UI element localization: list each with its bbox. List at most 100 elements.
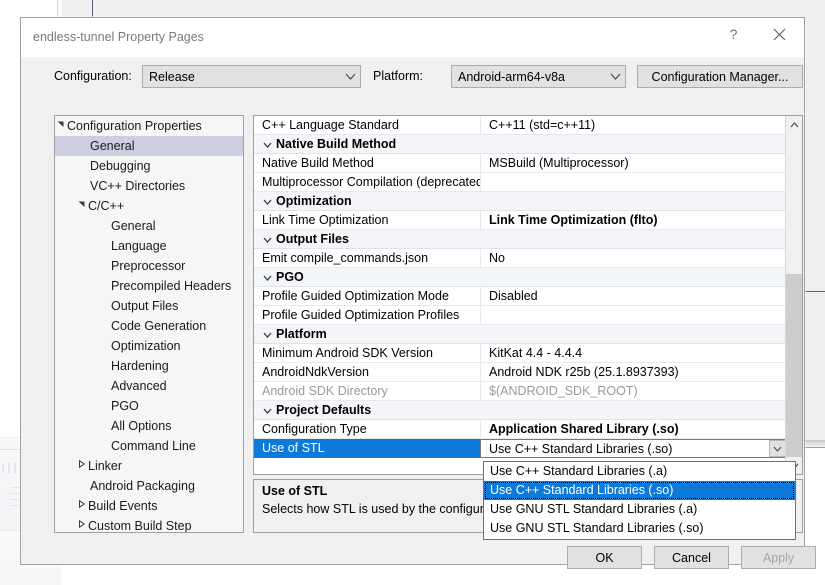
grid-row-native-build-method[interactable]: Native Build MethodMSBuild (Multiprocess…: [254, 154, 787, 173]
grid-property-name: Link Time Optimization: [254, 211, 480, 230]
grid-category-project-defaults[interactable]: Project Defaults: [254, 401, 787, 420]
triangle-down-icon[interactable]: [76, 196, 88, 216]
tree-item-label: Custom Build Step: [88, 519, 192, 533]
triangle-right-icon[interactable]: [76, 496, 88, 516]
tree-item-code-generation[interactable]: Code Generation: [55, 316, 243, 336]
grid-property-value[interactable]: C++11 (std=c++11): [480, 116, 787, 135]
grid-row-c-language-standard[interactable]: C++ Language StandardC++11 (std=c++11): [254, 116, 787, 135]
grid-category-value: [480, 325, 787, 344]
tree-item-label: General: [111, 219, 155, 233]
grid-row-androidndkversion[interactable]: AndroidNdkVersionAndroid NDK r25b (25.1.…: [254, 363, 787, 382]
chevron-down-icon[interactable]: [260, 325, 274, 344]
tree-item-label: C/C++: [88, 199, 124, 213]
triangle-down-icon[interactable]: [55, 116, 67, 136]
ok-button[interactable]: OK: [567, 546, 642, 569]
tree-item-all-options[interactable]: All Options: [55, 416, 243, 436]
tree-item-label: Configuration Properties: [67, 119, 202, 133]
grid-row-minimum-android-sdk-version[interactable]: Minimum Android SDK VersionKitKat 4.4 - …: [254, 344, 787, 363]
scrollbar-thumb[interactable]: [786, 274, 802, 457]
grid-row-profile-guided-optimization-mode[interactable]: Profile Guided Optimization ModeDisabled: [254, 287, 787, 306]
grid-property-value[interactable]: $(ANDROID_SDK_ROOT): [480, 382, 787, 401]
chevron-down-icon[interactable]: [260, 192, 274, 211]
grid-category-native-build-method[interactable]: Native Build Method: [254, 135, 787, 154]
tree-item-c-c[interactable]: C/C++: [55, 196, 243, 216]
dropdown-option[interactable]: Use C++ Standard Libraries (.so): [484, 481, 795, 500]
triangle-right-icon[interactable]: [76, 456, 88, 476]
grid-property-name: AndroidNdkVersion: [254, 363, 480, 382]
description-title: Use of STL: [262, 484, 327, 498]
tree-item-general[interactable]: General: [55, 216, 243, 236]
grid-property-name: Multiprocessor Compilation (deprecated): [254, 173, 480, 192]
tree-item-pgo[interactable]: PGO: [55, 396, 243, 416]
dropdown-option[interactable]: Use C++ Standard Libraries (.a): [484, 462, 795, 481]
tree-item-advanced[interactable]: Advanced: [55, 376, 243, 396]
grid-property-value[interactable]: Link Time Optimization (flto): [480, 211, 787, 230]
grid-row-use-of-stl[interactable]: Use of STLUse C++ Standard Libraries (.s…: [254, 439, 787, 458]
tree-item-optimization[interactable]: Optimization: [55, 336, 243, 356]
screen: endless-tunnel Property Pages ? Configur…: [0, 0, 825, 585]
grid-property-value[interactable]: Disabled: [480, 287, 787, 306]
grid-row-emit-compile-commands-json[interactable]: Emit compile_commands.jsonNo: [254, 249, 787, 268]
tree-item-android-packaging[interactable]: Android Packaging: [55, 476, 243, 496]
use-of-stl-value: Use C++ Standard Libraries (.so): [489, 440, 672, 458]
configuration-manager-button[interactable]: Configuration Manager...: [637, 65, 803, 88]
grid-row-multiprocessor-compilation-deprecated[interactable]: Multiprocessor Compilation (deprecated): [254, 173, 787, 192]
grid-property-value[interactable]: [480, 306, 787, 325]
grid-property-value[interactable]: KitKat 4.4 - 4.4.4: [480, 344, 787, 363]
grid-property-name: C++ Language Standard: [254, 116, 480, 135]
grid-property-value[interactable]: No: [480, 249, 787, 268]
chevron-down-icon[interactable]: [260, 401, 274, 420]
tree-item-precompiled-headers[interactable]: Precompiled Headers: [55, 276, 243, 296]
tree-item-language[interactable]: Language: [55, 236, 243, 256]
grid-property-value[interactable]: [480, 173, 787, 192]
use-of-stl-dropdown-list[interactable]: Use C++ Standard Libraries (.a)Use C++ S…: [483, 461, 796, 540]
chevron-down-icon[interactable]: [260, 230, 274, 249]
configuration-label: Configuration:: [54, 69, 132, 83]
grid-row-link-time-optimization[interactable]: Link Time OptimizationLink Time Optimiza…: [254, 211, 787, 230]
tree-item-general[interactable]: General: [55, 136, 243, 156]
grid-category-pgo[interactable]: PGO: [254, 268, 787, 287]
tree-item-linker[interactable]: Linker: [55, 456, 243, 476]
grid-row-android-sdk-directory[interactable]: Android SDK Directory$(ANDROID_SDK_ROOT): [254, 382, 787, 401]
help-button[interactable]: ?: [711, 18, 756, 50]
grid-property-value[interactable]: MSBuild (Multiprocessor): [480, 154, 787, 173]
triangle-right-icon[interactable]: [76, 516, 88, 533]
tree-item-command-line[interactable]: Command Line: [55, 436, 243, 456]
grid-category-platform[interactable]: Platform: [254, 325, 787, 344]
property-grid[interactable]: C++ Language StandardC++11 (std=c++11)Na…: [253, 115, 803, 475]
grid-property-value[interactable]: Android NDK r25b (25.1.8937393): [480, 363, 787, 382]
scroll-up-button[interactable]: [786, 116, 802, 133]
tree-item-configuration-properties[interactable]: Configuration Properties: [55, 116, 243, 136]
chevron-down-icon[interactable]: [260, 268, 274, 287]
property-grid-scrollbar[interactable]: [785, 116, 802, 474]
grid-property-value[interactable]: Application Shared Library (.so): [480, 420, 787, 439]
combobox-dropdown-button[interactable]: [769, 440, 786, 457]
tree-item-custom-build-step[interactable]: Custom Build Step: [55, 516, 243, 533]
tree-item-preprocessor[interactable]: Preprocessor: [55, 256, 243, 276]
property-pages-dialog: endless-tunnel Property Pages ? Configur…: [20, 17, 805, 565]
tree-item-label: All Options: [111, 419, 171, 433]
close-button[interactable]: [757, 18, 802, 50]
grid-category-optimization[interactable]: Optimization: [254, 192, 787, 211]
grid-category-output-files[interactable]: Output Files: [254, 230, 787, 249]
dropdown-option[interactable]: Use GNU STL Standard Libraries (.so): [484, 519, 795, 538]
grid-row-profile-guided-optimization-profiles[interactable]: Profile Guided Optimization Profiles: [254, 306, 787, 325]
dropdown-option[interactable]: Use GNU STL Standard Libraries (.a): [484, 500, 795, 519]
grid-property-name: Profile Guided Optimization Mode: [254, 287, 480, 306]
configuration-dropdown[interactable]: Release: [142, 65, 361, 88]
tree-item-build-events[interactable]: Build Events: [55, 496, 243, 516]
grid-row-configuration-type[interactable]: Configuration TypeApplication Shared Lib…: [254, 420, 787, 439]
cancel-button[interactable]: Cancel: [654, 546, 729, 569]
tree-item-label: Build Events: [88, 499, 157, 513]
use-of-stl-combobox[interactable]: Use C++ Standard Libraries (.so): [480, 439, 787, 458]
tree-item-vc-directories[interactable]: VC++ Directories: [55, 176, 243, 196]
tree-item-output-files[interactable]: Output Files: [55, 296, 243, 316]
platform-dropdown[interactable]: Android-arm64-v8a: [451, 65, 626, 88]
tree-item-label: Debugging: [90, 159, 150, 173]
tree-item-label: Code Generation: [111, 319, 206, 333]
property-tree[interactable]: Configuration Properties General Debugging…: [54, 115, 244, 533]
tree-item-label: Command Line: [111, 439, 196, 453]
chevron-down-icon[interactable]: [260, 135, 274, 154]
tree-item-debugging[interactable]: Debugging: [55, 156, 243, 176]
tree-item-hardening[interactable]: Hardening: [55, 356, 243, 376]
